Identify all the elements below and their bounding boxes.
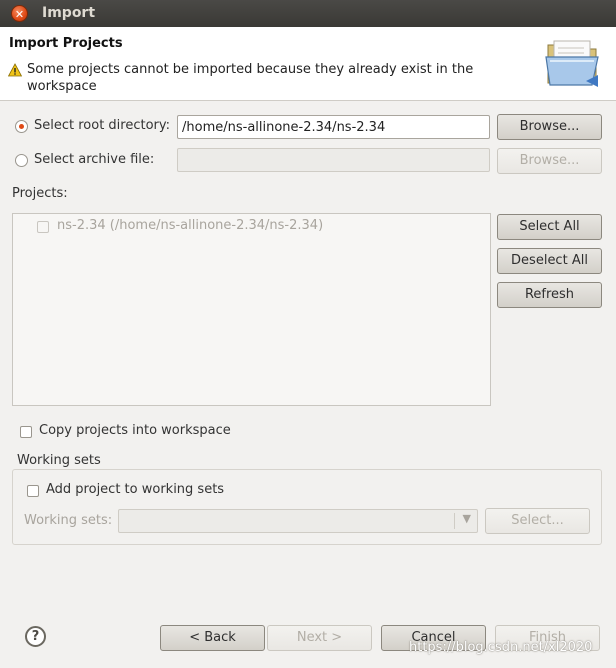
close-icon[interactable]: ✕ xyxy=(11,5,28,22)
archive-file-input[interactable] xyxy=(177,148,490,172)
working-sets-combo[interactable]: ▼ xyxy=(118,509,478,533)
working-sets-group-label: Working sets xyxy=(17,453,101,468)
browse-root-button[interactable]: Browse... xyxy=(497,114,602,140)
back-button[interactable]: < Back xyxy=(160,625,265,651)
warning-message: Some projects cannot be imported because… xyxy=(27,62,474,94)
root-directory-input[interactable] xyxy=(177,115,490,139)
project-checkbox[interactable] xyxy=(37,221,49,233)
header-banner: Import Projects Some projects cannot be … xyxy=(0,27,616,101)
warning-icon xyxy=(8,63,22,77)
archive-file-radio[interactable] xyxy=(15,154,28,167)
refresh-button[interactable]: Refresh xyxy=(497,282,602,308)
root-directory-radio[interactable] xyxy=(15,120,28,133)
root-directory-label: Select root directory: xyxy=(34,118,171,133)
next-button[interactable]: Next > xyxy=(267,625,372,651)
folder-icon xyxy=(545,40,599,87)
add-to-working-sets-checkbox[interactable] xyxy=(27,485,39,497)
chevron-down-icon: ▼ xyxy=(462,512,471,525)
projects-label: Projects: xyxy=(12,186,68,201)
help-icon[interactable]: ? xyxy=(25,626,46,647)
archive-file-label: Select archive file: xyxy=(34,152,155,167)
deselect-all-button[interactable]: Deselect All xyxy=(497,248,602,274)
project-item-label: ns-2.34 (/home/ns-allinone-2.34/ns-2.34) xyxy=(57,218,324,233)
select-all-button[interactable]: Select All xyxy=(497,214,602,240)
select-working-sets-button[interactable]: Select... xyxy=(485,508,590,534)
title-bar: ✕ Import xyxy=(0,0,616,27)
page-title: Import Projects xyxy=(9,36,123,51)
watermark-text: https://blog.csdn.net/xl2020 xyxy=(409,640,593,655)
projects-list[interactable]: ns-2.34 (/home/ns-allinone-2.34/ns-2.34) xyxy=(12,213,491,406)
add-to-working-sets-label: Add project to working sets xyxy=(46,482,225,497)
window-title: Import xyxy=(42,5,96,21)
combo-separator xyxy=(454,513,455,529)
copy-projects-checkbox[interactable] xyxy=(20,426,32,438)
working-sets-label: Working sets: xyxy=(24,513,113,528)
copy-projects-label: Copy projects into workspace xyxy=(39,423,231,438)
browse-archive-button[interactable]: Browse... xyxy=(497,148,602,174)
